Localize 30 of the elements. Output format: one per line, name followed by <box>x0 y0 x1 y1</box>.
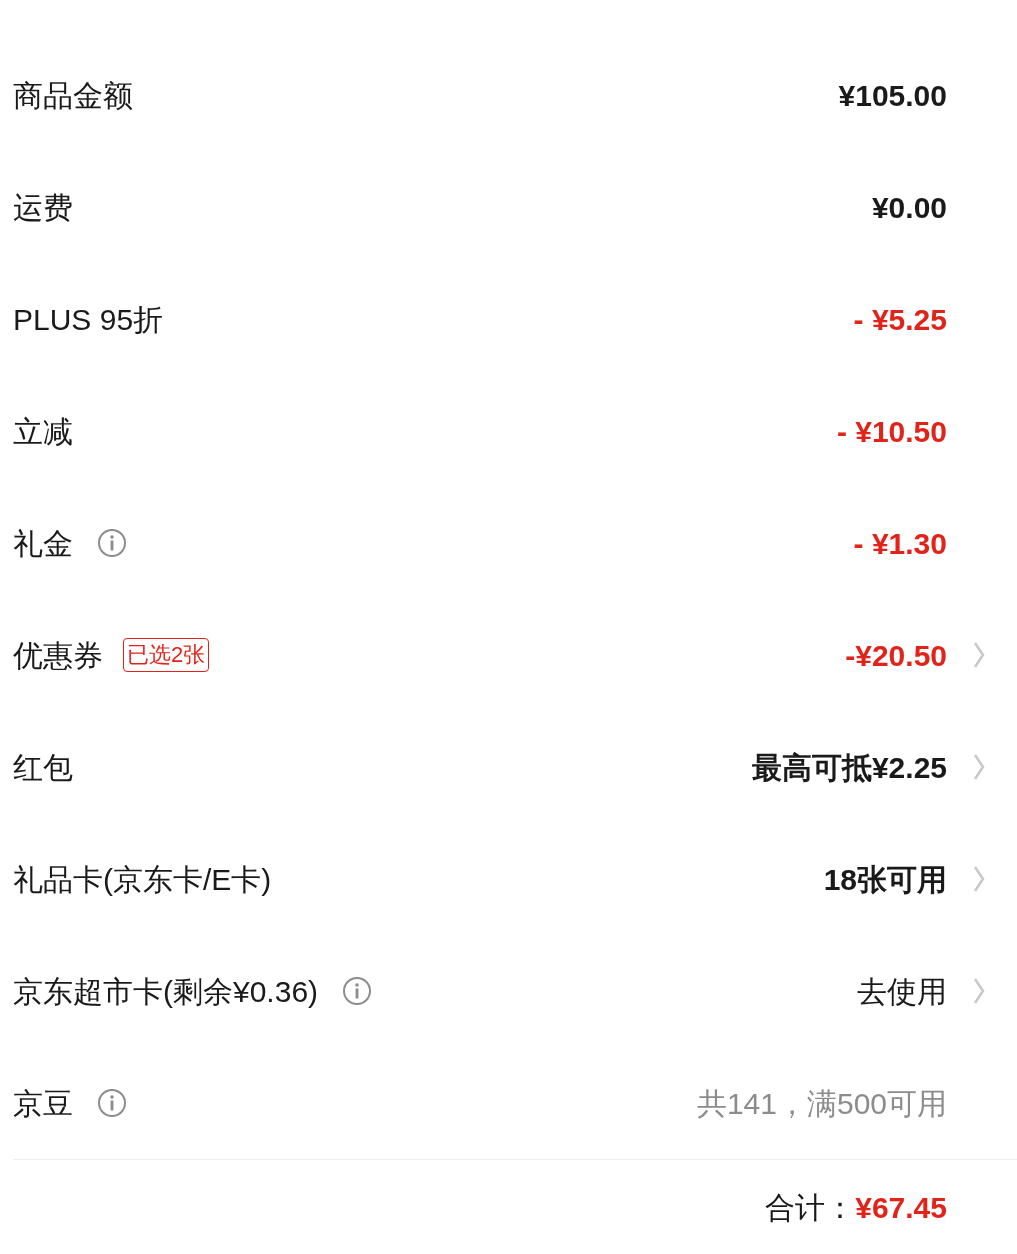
total-label: 合计： <box>765 1189 856 1226</box>
row-label: 运费 <box>13 189 73 226</box>
chevron-right-icon[interactable] <box>973 753 985 781</box>
row-value: 共141，满500可用 <box>696 1085 947 1122</box>
row-label: 礼金 <box>13 525 73 562</box>
row-value: 最高可抵¥2.25 <box>751 749 947 786</box>
info-icon[interactable] <box>342 976 373 1006</box>
row-label: 商品金额 <box>13 77 133 114</box>
chevron-right-icon[interactable] <box>973 641 985 669</box>
selected-count-tag: 已选2张 <box>123 638 210 672</box>
row-value: - ¥1.30 <box>853 525 947 562</box>
row-label: 京豆 <box>13 1085 73 1122</box>
row-value: ¥105.00 <box>838 77 947 114</box>
row-label: 红包 <box>13 749 73 786</box>
row-label: 京东超市卡(剩余¥0.36) <box>13 973 319 1010</box>
row-label: 优惠券 <box>13 637 103 674</box>
chevron-right-icon[interactable] <box>973 865 985 893</box>
row-label: PLUS 95折 <box>13 301 164 338</box>
row-value: - ¥10.50 <box>836 413 947 450</box>
row-label: 礼品卡(京东卡/E卡) <box>13 861 272 898</box>
row-value: - ¥5.25 <box>853 301 947 338</box>
row-value: ¥0.00 <box>871 189 947 226</box>
row-value: 去使用 <box>857 973 947 1010</box>
info-icon[interactable] <box>97 1088 127 1118</box>
row-value: -¥20.50 <box>845 637 947 674</box>
chevron-right-icon[interactable] <box>973 977 985 1005</box>
total-amount: ¥67.45 <box>855 1189 947 1226</box>
row-label: 立减 <box>13 413 73 450</box>
row-value: 18张可用 <box>823 861 947 898</box>
info-icon[interactable] <box>97 528 127 558</box>
